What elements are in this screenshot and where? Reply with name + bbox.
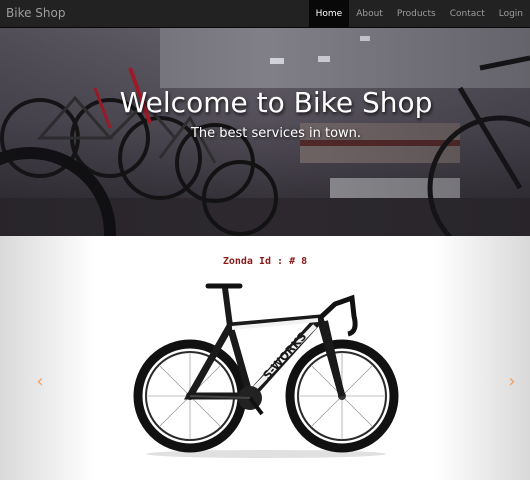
nav-home[interactable]: Home — [308, 0, 350, 28]
product-carousel: Zonda Id : # 8 ‹ › S-WORKS — [0, 236, 530, 480]
nav-products[interactable]: Products — [390, 0, 443, 28]
nav-menu: Home About Products Contact Login — [308, 0, 530, 28]
nav-contact[interactable]: Contact — [443, 0, 492, 28]
bike-image: S-WORKS — [133, 283, 399, 458]
hero-subtitle: The best services in town. — [190, 126, 362, 141]
bike-brand-text: S-WORKS — [261, 330, 310, 382]
brand-link[interactable]: Bike Shop — [6, 6, 65, 20]
chevron-right-icon[interactable]: › — [502, 372, 522, 392]
chevron-left-icon[interactable]: ‹ — [30, 372, 50, 392]
product-id-label: Zonda Id : # 8 — [222, 256, 308, 267]
hero-banner: Welcome to Bike Shop The best services i… — [0, 28, 530, 236]
hero-title: Welcome to Bike Shop — [119, 86, 433, 119]
nav-about[interactable]: About — [349, 0, 390, 28]
navbar: Bike Shop Home About Products Contact Lo… — [0, 0, 530, 28]
nav-login[interactable]: Login — [492, 0, 530, 28]
